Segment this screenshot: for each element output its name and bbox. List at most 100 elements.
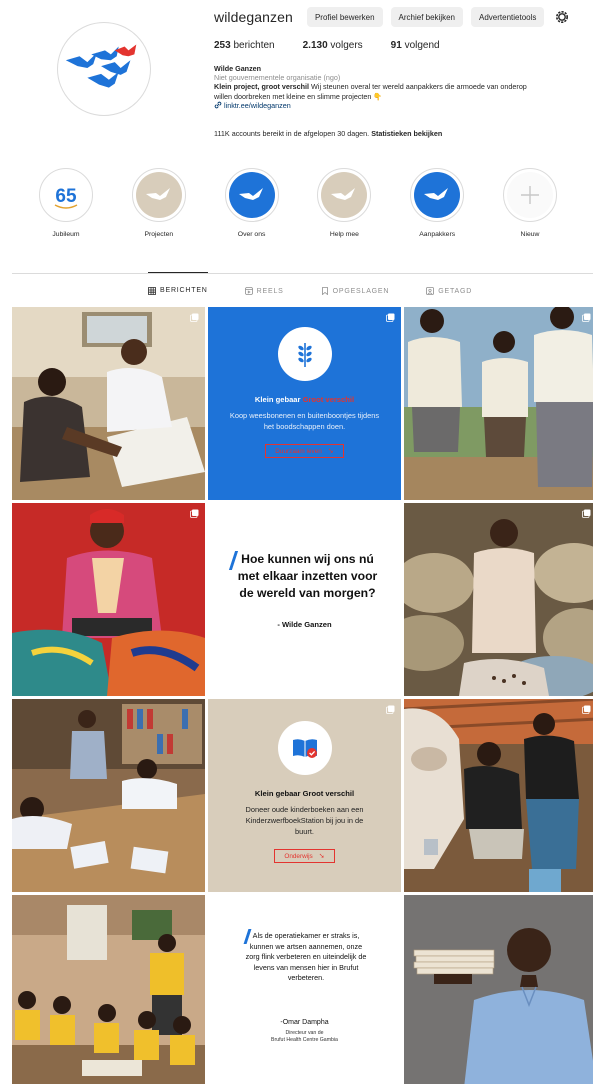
quote-role-line2: Brufut Health Centre Gambia: [271, 1037, 338, 1043]
post-grid: Klein gebaar Groot verschil Koop weesbon…: [12, 307, 593, 1084]
post-photo-library-classroom[interactable]: [12, 699, 205, 892]
post-card-green-beans[interactable]: Klein gebaar Groot verschil Koop weesbon…: [208, 307, 401, 500]
quote-author: - Wilde Ganzen: [277, 620, 332, 629]
highlight-help-mee[interactable]: Help mee: [306, 168, 382, 238]
goose-icon: ➘: [318, 853, 325, 860]
highlight-ring: 65: [39, 168, 93, 222]
highlight-label: Projecten: [144, 231, 174, 238]
profile-bio: Wilde Ganzen Niet gouvernementele organi…: [214, 64, 590, 110]
wheat-icon: [297, 343, 312, 367]
post-photo-school-class[interactable]: [12, 895, 205, 1084]
card-button: Onderwijs ➘: [274, 849, 335, 863]
plus-icon: [506, 172, 553, 218]
multi-photo-icon: [582, 509, 591, 518]
bio-name: Wilde Ganzen: [214, 64, 262, 73]
badge-circle: [277, 327, 332, 381]
bio-link[interactable]: linktr.ee/wildeganzen: [214, 101, 590, 110]
highlight-over-ons[interactable]: Over ons: [214, 168, 290, 238]
following-count: 91: [390, 40, 402, 51]
post-quote-world-of-tomorrow[interactable]: Hoe kunnen wij ons nú met elkaar inzette…: [208, 503, 401, 696]
post-photo-school-kids[interactable]: [404, 307, 593, 500]
highlight-ring: [131, 168, 186, 222]
jubileum-badge-text: 65: [55, 186, 77, 207]
post-photo-storage-sacks[interactable]: [404, 503, 593, 696]
gear-icon[interactable]: [554, 9, 570, 25]
jubileum-65-icon: 65: [43, 172, 89, 218]
quote-text: Hoe kunnen wij ons nú met elkaar inzette…: [237, 552, 378, 600]
highlight-projecten[interactable]: Projecten: [121, 168, 197, 238]
post-quote-operating-room[interactable]: Als de operatiekamer er straks is, kunne…: [208, 895, 401, 1084]
highlight-ring: [317, 168, 372, 222]
quote-card: Hoe kunnen wij ons nú met elkaar inzette…: [208, 503, 401, 696]
goose-icon: [135, 172, 182, 218]
multi-photo-icon: [386, 705, 395, 714]
highlight-label: Aanpakkers: [419, 231, 456, 238]
insights: 111K accounts bereikt in de afgelopen 30…: [214, 129, 442, 138]
wilde-ganzen-logo: [65, 44, 137, 88]
following-stat[interactable]: 91 volgend: [391, 40, 440, 51]
tag-icon: [426, 287, 435, 295]
tab-label: REELS: [256, 287, 284, 295]
view-archive-button[interactable]: Archief bekijken: [390, 7, 464, 27]
multi-photo-icon: [582, 313, 591, 322]
followers-count: 2.130: [302, 40, 328, 51]
posts-count: 253: [214, 40, 231, 51]
post-photo-classroom-study[interactable]: [12, 307, 205, 500]
highlight-jubileum[interactable]: 65 Jubileum: [28, 168, 104, 238]
story-highlights: 65 Jubileum Projecten Over ons Help mee …: [28, 168, 568, 238]
profile-avatar[interactable]: [57, 22, 151, 116]
photo-man-grain-sacks: [404, 503, 593, 696]
photo-children-reading: [12, 699, 205, 892]
multi-photo-icon: [190, 509, 199, 518]
quote-role-line1: Directeur van de: [285, 1030, 324, 1036]
username: wildeganzen: [214, 9, 293, 25]
tab-saved[interactable]: OPGESLAGEN: [321, 273, 390, 307]
multi-photo-icon: [582, 705, 591, 714]
highlight-new[interactable]: Nieuw: [492, 168, 568, 238]
insights-link[interactable]: Statistieken bekijken: [371, 129, 442, 138]
link-icon: [214, 102, 222, 109]
tab-label: BERICHTEN: [160, 287, 208, 294]
goose-icon: ➘: [327, 448, 334, 455]
reels-icon: [244, 287, 253, 295]
grid-icon: [148, 286, 156, 295]
card-button: Duurzaam leven ➘: [265, 444, 344, 458]
highlight-aanpakkers[interactable]: Aanpakkers: [399, 168, 475, 238]
tab-reels[interactable]: REELS: [244, 273, 284, 307]
open-book-icon: [292, 739, 317, 758]
followers-stat[interactable]: 2.130 volgers: [303, 40, 363, 51]
posts-stat: 253 berichten: [214, 40, 275, 51]
tab-posts[interactable]: BERICHTEN: [148, 272, 208, 306]
photo-woman-fabrics: [12, 503, 205, 696]
quote-author: -Omar Dampha: [280, 1019, 329, 1026]
followers-label: volgers: [330, 40, 363, 51]
card-title: Klein gebaar Groot verschil: [254, 789, 355, 798]
bio-line1-bold: Klein project, groot verschil: [214, 82, 310, 92]
post-photo-seamstress[interactable]: [12, 503, 205, 696]
bio-line2: willen doorbreken met kleine en slimme p…: [214, 91, 383, 101]
insights-text: 111K accounts bereikt in de afgelopen 30…: [214, 129, 372, 138]
card-title-a: Klein gebaar: [254, 395, 303, 404]
post-photo-dairy-farm[interactable]: [404, 699, 593, 892]
card-title-b: Groot verschil: [302, 395, 355, 404]
highlight-label: Help mee: [329, 231, 359, 238]
goose-icon: [228, 172, 275, 218]
highlight-label: Jubileum: [52, 231, 80, 238]
multi-photo-icon: [386, 313, 395, 322]
card-content: Klein gebaar Groot verschil Koop weesbon…: [208, 307, 401, 500]
card-button-label: Duurzaam leven: [275, 447, 322, 455]
post-photo-teacher-books[interactable]: [404, 895, 593, 1084]
photo-children-studying: [12, 307, 205, 500]
tab-label: OPGESLAGEN: [332, 287, 390, 295]
quote-card: Als de operatiekamer er straks is, kunne…: [208, 895, 401, 1084]
edit-profile-button[interactable]: Profiel bewerken: [306, 7, 383, 27]
quote-text: Als de operatiekamer er straks is, kunne…: [245, 931, 367, 982]
tab-label: GETAGD: [438, 287, 473, 295]
tab-tagged[interactable]: GETAGD: [426, 273, 472, 307]
ad-tools-button[interactable]: Advertentietools: [471, 7, 545, 27]
card-title: Klein gebaar Groot verschil: [255, 395, 354, 404]
highlight-ring: [502, 168, 557, 222]
highlight-ring: [410, 168, 465, 222]
photo-children-uniform: [404, 307, 593, 500]
post-card-childrens-books[interactable]: Klein gebaar Groot verschil Doneer oude …: [208, 699, 401, 892]
